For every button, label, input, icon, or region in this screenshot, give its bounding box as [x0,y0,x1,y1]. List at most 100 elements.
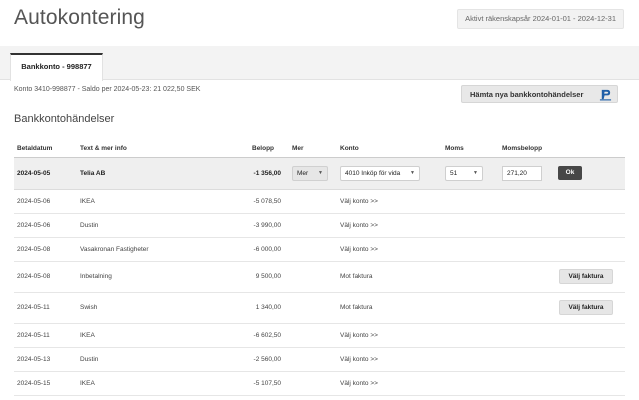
tab-bar: Bankkonto - 998877 [0,46,639,81]
fiscal-year-badge: Aktivt räkenskapsår 2024-01-01 - 2024-12… [457,9,624,29]
account-select-value: 4010 Inköp för vida [345,169,401,177]
cell-text: Telia AB [77,157,249,190]
more-select-value: Mer [297,169,309,177]
transactions-table: Betaldatum Text & mer info Belopp Mer Ko… [14,140,625,396]
col-header-action [555,140,625,158]
account-balance-info: Konto 3410-998877 - Saldo per 2024-05-23… [14,86,201,93]
table-row[interactable]: 2024-05-08 Vasakronan Fastigheter -6 000… [14,237,625,262]
cell-action [555,323,625,348]
tab-bank-account[interactable]: Bankkonto - 998877 [10,53,103,81]
bank-logo-icon [599,89,612,101]
table-row[interactable]: 2024-05-11 IKEA -6 602,50 Välj konto >> [14,323,625,348]
choose-invoice-button[interactable]: Välj faktura [559,300,613,315]
cell-vat [442,323,499,348]
cell-amount: -1 356,00 [249,157,289,190]
cell-date: 2024-05-06 [14,189,77,214]
table-row[interactable]: 2024-05-15 IKEA -5 107,50 Välj konto >> [14,371,625,396]
cell-date: 2024-05-08 [14,261,77,293]
table-row[interactable]: 2024-05-08 Inbetalning 9 500,00 Mot fakt… [14,261,625,293]
cell-text: IKEA [77,371,249,396]
against-invoice-label: Mot faktura [337,292,442,324]
cell-date: 2024-05-08 [14,237,77,262]
cell-amount: 9 500,00 [249,261,289,293]
cell-vat-amount [499,189,555,214]
choose-invoice-button[interactable]: Välj faktura [559,269,613,284]
vat-select-value: 51 [450,169,458,177]
cell-text: Vasakronan Fastigheter [77,237,249,262]
ok-button[interactable]: Ok [558,166,582,180]
cell-amount: 1 340,00 [249,292,289,324]
fetch-button-label: Hämta nya bankkontohändelser [470,90,584,99]
table-row-active[interactable]: 2024-05-05 Telia AB -1 356,00 Mer ▼ 4010… [14,157,625,190]
page-title: Autokontering [14,6,145,29]
cell-vat [442,213,499,238]
col-header-text[interactable]: Text & mer info [77,140,249,158]
cell-amount: -3 990,00 [249,213,289,238]
cell-text: Dustin [77,347,249,372]
col-header-more: Mer [289,140,337,158]
cell-amount: -5 078,50 [249,189,289,214]
table-row[interactable]: 2024-05-13 Dustin -2 560,00 Välj konto >… [14,347,625,372]
cell-vat-amount [499,237,555,262]
cell-date: 2024-05-11 [14,323,77,348]
cell-text: Swish [77,292,249,324]
vat-select[interactable]: 51 ▼ [445,165,483,181]
cell-text: IKEA [77,189,249,214]
cell-vat-amount [499,347,555,372]
col-header-account: Konto [337,140,442,158]
cell-action [555,371,625,396]
cell-date: 2024-05-15 [14,371,77,396]
table-header-row: Betaldatum Text & mer info Belopp Mer Ko… [14,140,625,158]
chevron-down-icon: ▼ [318,169,323,176]
chevron-down-icon: ▼ [473,169,478,176]
against-invoice-label: Mot faktura [337,261,442,293]
cell-vat [442,261,499,293]
cell-more: Mer ▼ [289,157,337,190]
chevron-down-icon: ▼ [410,169,415,176]
choose-account-link[interactable]: Välj konto >> [337,189,442,214]
cell-date: 2024-05-05 [14,157,77,190]
cell-amount: -5 107,50 [249,371,289,396]
cell-action: Ok [555,157,625,190]
cell-text: Dustin [77,213,249,238]
col-header-amount[interactable]: Belopp [249,140,289,158]
vat-amount-input[interactable]: 271,20 [502,165,542,181]
account-select[interactable]: 4010 Inköp för vida ▼ [340,165,420,181]
cell-account: 4010 Inköp för vida ▼ [337,157,442,190]
more-select[interactable]: Mer ▼ [292,165,328,181]
choose-account-link[interactable]: Välj konto >> [337,213,442,238]
choose-account-link[interactable]: Välj konto >> [337,347,442,372]
cell-action [555,213,625,238]
cell-vat: 51 ▼ [442,157,499,190]
cell-date: 2024-05-11 [14,292,77,324]
choose-account-link[interactable]: Välj konto >> [337,237,442,262]
cell-text: IKEA [77,323,249,348]
cell-amount: -6 602,50 [249,323,289,348]
fetch-bank-transactions-button[interactable]: Hämta nya bankkontohändelser [461,85,618,103]
cell-more [289,292,337,324]
cell-text: Inbetalning [77,261,249,293]
col-header-date[interactable]: Betaldatum [14,140,77,158]
cell-vat-amount [499,323,555,348]
cell-vat [442,237,499,262]
cell-vat-amount: 271,20 [499,157,555,190]
cell-more [289,237,337,262]
cell-more [289,371,337,396]
cell-action [555,237,625,262]
choose-account-link[interactable]: Välj konto >> [337,371,442,396]
cell-more [289,189,337,214]
cell-vat [442,347,499,372]
cell-action [555,189,625,214]
table-row[interactable]: 2024-05-06 Dustin -3 990,00 Välj konto >… [14,213,625,238]
table-row[interactable]: 2024-05-06 IKEA -5 078,50 Välj konto >> [14,189,625,214]
cell-date: 2024-05-06 [14,213,77,238]
cell-more [289,347,337,372]
cell-vat-amount [499,292,555,324]
choose-account-link[interactable]: Välj konto >> [337,323,442,348]
cell-more [289,323,337,348]
cell-action [555,347,625,372]
col-header-vat: Moms [442,140,499,158]
table-row[interactable]: 2024-05-11 Swish 1 340,00 Mot faktura Vä… [14,292,625,324]
section-title: Bankkontohändelser [14,113,115,125]
cell-date: 2024-05-13 [14,347,77,372]
